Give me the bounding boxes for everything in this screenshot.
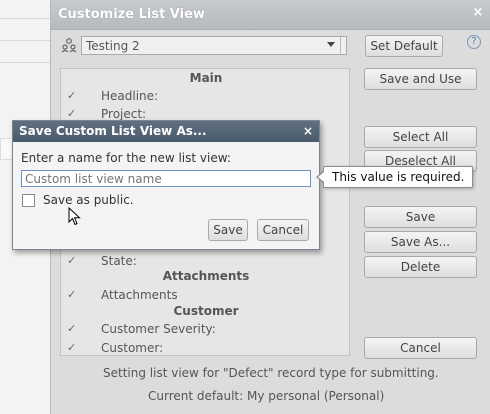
save-as-button[interactable]: Save As...: [364, 231, 477, 253]
list-item[interactable]: ✓ Headline:: [61, 87, 351, 105]
cancel-button[interactable]: Cancel: [364, 337, 477, 359]
field-label: Customer Severity:: [101, 322, 216, 336]
section-heading-customer: Customer: [173, 304, 239, 318]
checkbox[interactable]: ✓: [67, 342, 79, 354]
select-divider: [340, 37, 341, 54]
save-button[interactable]: Save: [364, 206, 477, 228]
save-and-use-button[interactable]: Save and Use: [364, 68, 477, 90]
section-heading-attachments: Attachments: [162, 269, 250, 283]
save-button[interactable]: Save: [208, 219, 248, 241]
people-icon: [61, 38, 77, 53]
section-heading-main: Main: [189, 71, 223, 85]
list-item[interactable]: ✓ Customer:: [61, 339, 351, 357]
tooltip-arrow-fill: [318, 172, 324, 182]
owner-select-value: Testing 2: [86, 39, 140, 53]
tooltip-text: This value is required.: [332, 170, 465, 184]
cancel-button[interactable]: Cancel: [257, 219, 309, 241]
list-item[interactable]: ✓ Customer Severity:: [61, 320, 351, 338]
help-icon[interactable]: ?: [467, 35, 481, 49]
save-dialog-title-bar: Save Custom List View As... ×: [13, 121, 319, 142]
dialog-title: Customize List View: [58, 7, 205, 22]
background-divider: [0, 40, 50, 41]
current-default-info: Current default: My personal (Personal): [148, 389, 385, 403]
mouse-pointer-icon: [68, 207, 81, 226]
list-item[interactable]: ✓ State:: [61, 252, 351, 270]
dialog-title-bar: Customize List View ×: [51, 0, 490, 30]
checkbox[interactable]: ✓: [67, 255, 79, 267]
list-view-name-input[interactable]: [21, 170, 311, 187]
chevron-down-icon[interactable]: [327, 42, 335, 47]
owner-select[interactable]: Testing 2: [81, 36, 347, 55]
select-all-button[interactable]: Select All: [364, 126, 477, 148]
checkbox[interactable]: ✓: [67, 323, 79, 335]
field-label: Headline:: [101, 89, 159, 103]
close-icon[interactable]: ×: [471, 6, 485, 20]
save-dialog-title: Save Custom List View As...: [19, 124, 207, 138]
set-default-button[interactable]: Set Default: [365, 35, 443, 57]
background-divider: [0, 18, 50, 19]
save-custom-list-view-dialog: Save Custom List View As... × Enter a na…: [12, 120, 320, 250]
save-as-public-label: Save as public.: [43, 193, 134, 207]
name-prompt: Enter a name for the new list view:: [21, 151, 231, 165]
field-label: State:: [101, 254, 137, 268]
delete-button[interactable]: Delete: [364, 256, 477, 278]
checkbox[interactable]: ✓: [67, 90, 79, 102]
save-as-public-checkbox[interactable]: [22, 194, 35, 207]
close-icon[interactable]: ×: [303, 124, 313, 138]
field-label: Attachments: [101, 288, 178, 302]
background-divider: [0, 62, 50, 63]
checkbox[interactable]: ✓: [67, 108, 79, 120]
field-label: Project:: [101, 107, 147, 121]
validation-tooltip: This value is required.: [323, 166, 473, 188]
checkbox[interactable]: ✓: [67, 289, 79, 301]
field-label: Customer:: [101, 341, 164, 355]
footer-info: Setting list view for "Defect" record ty…: [103, 366, 439, 380]
list-item[interactable]: ✓ Attachments: [61, 286, 351, 304]
